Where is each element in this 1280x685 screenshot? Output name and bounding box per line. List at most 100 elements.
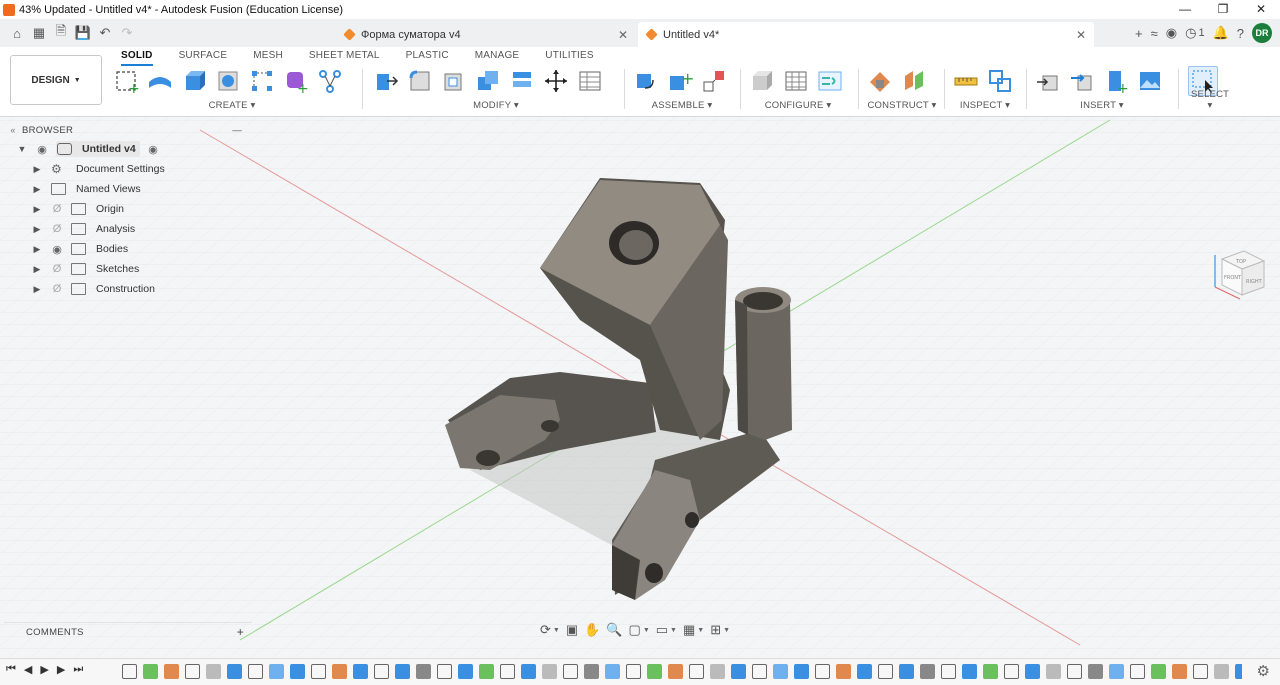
help-icon[interactable]: ?: [1237, 26, 1244, 41]
minimize-panel-icon[interactable]: —: [232, 125, 242, 136]
look-at-icon[interactable]: ▣: [566, 622, 578, 638]
timeline-feature-icon[interactable]: [983, 664, 998, 679]
shell-icon[interactable]: [440, 67, 468, 95]
timeline-feature-icon[interactable]: [437, 664, 452, 679]
visibility-eye-icon[interactable]: ◉: [35, 143, 49, 156]
online-status-icon[interactable]: ◉: [1166, 25, 1177, 41]
timeline-feature-icon[interactable]: [857, 664, 872, 679]
timeline-feature-icon[interactable]: [542, 664, 557, 679]
play-icon[interactable]: ▶: [40, 663, 48, 676]
browser-root[interactable]: ▼ ◉ Untitled v4 ◉: [4, 139, 252, 159]
timeline-feature-icon[interactable]: [962, 664, 977, 679]
insert-image-icon[interactable]: [1136, 67, 1164, 95]
chevron-right-icon[interactable]: ▶: [31, 184, 43, 195]
interference-icon[interactable]: [986, 67, 1014, 95]
browser-item-origin[interactable]: ▶ Ø Origin: [4, 199, 252, 219]
timeline-feature-icon[interactable]: [143, 664, 158, 679]
file-menu-icon[interactable]: 🗎: [52, 22, 70, 44]
timeline-feature-icon[interactable]: [1046, 664, 1061, 679]
go-to-start-icon[interactable]: ⏮: [6, 663, 16, 676]
avatar[interactable]: DR: [1252, 23, 1272, 43]
hidden-eye-icon[interactable]: Ø: [50, 283, 64, 295]
tab-plastic[interactable]: PLASTIC: [393, 49, 462, 63]
redo-icon[interactable]: ↷: [118, 25, 136, 41]
undo-icon[interactable]: ↶: [96, 25, 114, 41]
minimize-icon[interactable]: —: [1166, 0, 1204, 19]
display-settings-icon[interactable]: ▭: [656, 622, 668, 638]
close-icon[interactable]: ✕: [1242, 0, 1280, 19]
measure-icon[interactable]: [952, 67, 980, 95]
offset-plane-icon[interactable]: [866, 67, 894, 95]
chevron-right-icon[interactable]: ▶: [31, 264, 43, 275]
create-menu[interactable]: CREATE ▾: [112, 100, 352, 111]
timeline-feature-icon[interactable]: [290, 664, 305, 679]
timeline-feature-icon[interactable]: [500, 664, 515, 679]
timeline-feature-icon[interactable]: [689, 664, 704, 679]
viewcube[interactable]: TOP FRONT RIGHT: [1210, 247, 1270, 307]
timeline-feature-icon[interactable]: [1235, 664, 1242, 679]
tab-mesh[interactable]: MESH: [240, 49, 296, 63]
chevron-down-icon[interactable]: ▼: [697, 627, 704, 634]
timeline-feature-icon[interactable]: [752, 664, 767, 679]
tab-untitled-v4[interactable]: Untitled v4* ✕: [638, 22, 1094, 47]
timeline-feature-icon[interactable]: [1214, 664, 1229, 679]
timeline-feature-icon[interactable]: [710, 664, 725, 679]
chevron-right-icon[interactable]: ▶: [31, 164, 43, 175]
go-to-end-icon[interactable]: ⏭: [73, 663, 83, 676]
timeline-feature-icon[interactable]: [605, 664, 620, 679]
timeline-feature-icon[interactable]: [122, 664, 137, 679]
active-radio-icon[interactable]: ◉: [146, 143, 160, 156]
timeline-feature-icon[interactable]: [1088, 664, 1103, 679]
grid-settings-icon[interactable]: ▦: [683, 622, 695, 638]
joint-icon[interactable]: +: [666, 67, 694, 95]
timeline-feature-icon[interactable]: [227, 664, 242, 679]
inspect-menu[interactable]: INSPECT ▾: [952, 100, 1018, 111]
form-icon[interactable]: [146, 67, 174, 95]
timeline-feature-icon[interactable]: [479, 664, 494, 679]
hidden-eye-icon[interactable]: Ø: [50, 263, 64, 275]
timeline-feature-icon[interactable]: [269, 664, 284, 679]
insert-component-icon[interactable]: +: [1102, 67, 1130, 95]
tab-manage[interactable]: MANAGE: [462, 49, 533, 63]
derive-icon[interactable]: [316, 67, 344, 95]
notifications-icon[interactable]: 🔔: [1213, 25, 1229, 41]
create-sketch-icon[interactable]: +: [112, 67, 140, 95]
timeline-feature-icon[interactable]: [584, 664, 599, 679]
align-icon[interactable]: [508, 67, 536, 95]
browser-item-construction[interactable]: ▶ Ø Construction: [4, 279, 252, 299]
timeline-feature-icon[interactable]: [1025, 664, 1040, 679]
fit-icon[interactable]: ▢: [629, 622, 641, 638]
orbit-icon[interactable]: ⟳: [540, 622, 551, 638]
timeline-feature-icon[interactable]: [206, 664, 221, 679]
extrude-icon[interactable]: [180, 67, 208, 95]
construct-menu[interactable]: CONSTRUCT ▾: [866, 100, 938, 111]
browser-item-bodies[interactable]: ▶ ◉ Bodies: [4, 239, 252, 259]
step-forward-icon[interactable]: ▶: [57, 663, 65, 676]
tab-surface[interactable]: SURFACE: [166, 49, 241, 63]
timeline-feature-icon[interactable]: [668, 664, 683, 679]
insert-mcmaster-icon[interactable]: [1068, 67, 1096, 95]
new-component-icon[interactable]: [632, 67, 660, 95]
extensions-icon[interactable]: ≈: [1151, 26, 1158, 41]
visibility-eye-icon[interactable]: ◉: [50, 243, 64, 256]
tab-utilities[interactable]: UTILITIES: [532, 49, 606, 63]
timeline-feature-icon[interactable]: [626, 664, 641, 679]
timeline-feature-icon[interactable]: [647, 664, 662, 679]
close-tab-icon[interactable]: ✕: [618, 28, 628, 42]
configure-menu[interactable]: CONFIGURE ▾: [748, 100, 848, 111]
insert-derive-icon[interactable]: [1034, 67, 1062, 95]
restore-icon[interactable]: ❐: [1204, 0, 1242, 19]
configure-body-icon[interactable]: [748, 67, 776, 95]
viewports-icon[interactable]: ⊞: [710, 622, 721, 638]
pattern-icon[interactable]: [248, 67, 276, 95]
step-back-icon[interactable]: ◀: [24, 663, 32, 676]
move-icon[interactable]: [542, 67, 570, 95]
chevron-right-icon[interactable]: ▶: [31, 224, 43, 235]
timeline-feature-icon[interactable]: [878, 664, 893, 679]
parameters-icon[interactable]: [576, 67, 604, 95]
select-menu[interactable]: SELECT ▾: [1188, 89, 1232, 111]
timeline-feature-icon[interactable]: [941, 664, 956, 679]
chevron-down-icon[interactable]: ▼: [553, 627, 560, 634]
chevron-right-icon[interactable]: ▶: [31, 244, 43, 255]
tab-forma-sumatora[interactable]: Форма суматора v4 ✕: [336, 22, 636, 47]
